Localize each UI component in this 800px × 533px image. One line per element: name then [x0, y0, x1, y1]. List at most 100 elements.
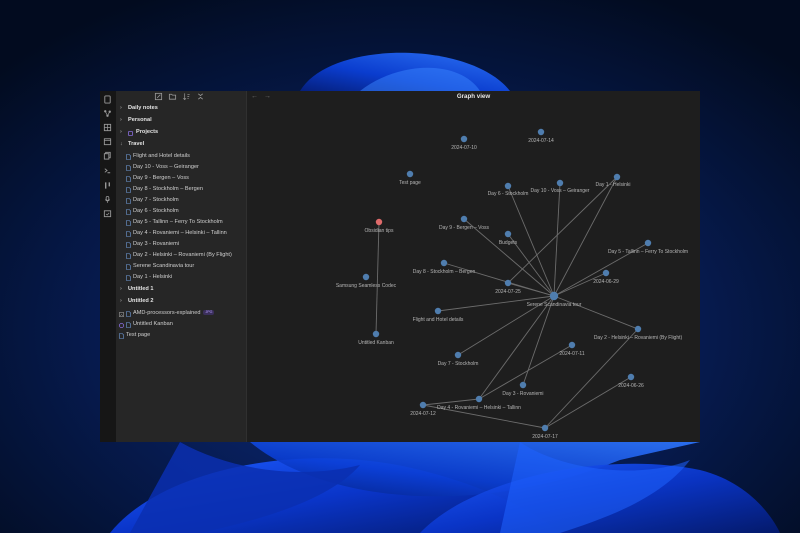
graph-node-dot[interactable]	[406, 170, 414, 178]
dashboard-icon[interactable]	[103, 123, 112, 132]
file-icon	[126, 154, 131, 160]
graph-node-dot[interactable]	[419, 401, 427, 409]
tree-item-label: Day 2 - Helsinki – Rovaniemi (By Flight)	[133, 252, 232, 258]
tree-item-label: Untitled 2	[128, 298, 154, 304]
graph-node-dot[interactable]	[454, 351, 462, 359]
kanban-icon	[119, 322, 124, 328]
tree-item-label: Personal	[128, 117, 152, 123]
chevron-right-icon[interactable]: ›	[120, 103, 126, 114]
copy-icon[interactable]	[103, 151, 112, 160]
graph-node-dot[interactable]	[362, 273, 370, 281]
graph-node-dot[interactable]	[634, 325, 642, 333]
graph-node[interactable]: Flight and Hotel details	[413, 307, 464, 323]
file-explorer: › Daily notes › Personal › Projects ↓ Travel Fli…	[116, 91, 247, 442]
tree-item-label: Untitled Kanban	[133, 321, 173, 327]
graph-node[interactable]: Day 5 - Tallinn – Ferry To Stockholm	[608, 239, 688, 255]
tree-item-label: Day 5 - Tallinn – Ferry To Stockholm	[133, 219, 223, 225]
graph-node[interactable]: Budgets	[499, 230, 518, 246]
chevron-right-icon[interactable]: ›	[120, 284, 126, 295]
graph-node-dot[interactable]	[644, 239, 652, 247]
image-icon	[119, 311, 124, 317]
graph-node-label: Day 6 - Stockholm	[488, 191, 529, 197]
graph-node-dot[interactable]	[504, 230, 512, 238]
graph-node[interactable]: Untitled Kanban	[358, 330, 394, 346]
calendar-check-icon[interactable]	[103, 209, 112, 218]
graph-node[interactable]: Day 2 - Helsinki – Rovaniemi (By Flight)	[594, 325, 683, 341]
sort-icon[interactable]	[182, 92, 191, 101]
file-type-badge: JPG	[203, 310, 215, 315]
left-ribbon	[100, 91, 117, 442]
file-icon	[126, 198, 131, 204]
graph-node-dot[interactable]	[372, 330, 380, 338]
graph-node[interactable]: 2024-07-17	[532, 424, 558, 440]
terminal-icon[interactable]	[103, 166, 112, 175]
graph-node-label: Day 8 - Stockholm – Bergen	[413, 269, 476, 275]
microphone-icon[interactable]	[103, 195, 112, 204]
graph-node[interactable]: Day 3 - Rovaniemi	[502, 381, 544, 397]
graph-node[interactable]: Test page	[399, 170, 421, 186]
graph-node-dot[interactable]	[556, 179, 564, 187]
files-icon[interactable]	[103, 95, 112, 104]
graph-node-dot[interactable]	[613, 173, 621, 181]
kanban-icon[interactable]	[103, 181, 112, 190]
graph-node[interactable]: 2024-07-14	[528, 128, 554, 144]
graph-icon[interactable]	[103, 109, 112, 118]
graph-canvas[interactable]: 2024-07-10 2024-07-14 Test page Day 6 - Sto…	[247, 91, 700, 442]
new-folder-icon[interactable]	[168, 92, 177, 101]
graph-node[interactable]: 2024-07-10	[451, 135, 477, 151]
graph-node[interactable]: Day 8 - Stockholm – Bergen	[413, 259, 476, 275]
graph-node[interactable]: Samsung Seamless Codec	[336, 273, 397, 289]
graph-node-dot[interactable]	[519, 381, 527, 389]
tree-item-label: Daily notes	[128, 105, 158, 111]
chevron-down-icon[interactable]: ↓	[120, 139, 126, 150]
graph-node-dot[interactable]	[541, 424, 549, 432]
graph-node-dot[interactable]	[602, 269, 610, 277]
graph-node-dot[interactable]	[375, 218, 383, 226]
graph-node-dot[interactable]	[568, 341, 576, 349]
graph-node[interactable]: 2024-07-11	[559, 341, 585, 357]
graph-node[interactable]: 2024-06-26	[618, 373, 644, 389]
graph-node[interactable]: 2024-07-25	[495, 279, 521, 295]
graph-node[interactable]: Day 7 - Stockholm	[438, 351, 479, 367]
graph-node-label: 2024-06-26	[618, 383, 644, 389]
graph-node-dot[interactable]	[549, 291, 559, 301]
tree-item-label: Projects	[136, 129, 159, 135]
new-note-icon[interactable]	[154, 92, 163, 101]
chevron-right-icon[interactable]: ›	[120, 127, 126, 138]
calendar-icon[interactable]	[103, 137, 112, 146]
tree-item-label: Day 7 - Stockholm	[133, 197, 179, 203]
chevron-right-icon[interactable]: ›	[120, 296, 126, 307]
graph-node-dot[interactable]	[504, 279, 512, 287]
graph-node-dot[interactable]	[434, 307, 442, 315]
graph-node[interactable]: Day 9 - Bergen – Voss	[439, 215, 490, 231]
graph-node-label: Day 1 - Helsinki	[595, 182, 630, 188]
graph-node-dot[interactable]	[460, 135, 468, 143]
graph-node-label: Untitled Kanban	[358, 340, 394, 346]
graph-node-dot[interactable]	[460, 215, 468, 223]
graph-node[interactable]: Day 4 - Rovaniemi – Helsinki – Tallinn	[437, 395, 521, 411]
tree-item-label: Day 10 - Voss – Geiranger	[133, 164, 199, 170]
graph-node-dot[interactable]	[627, 373, 635, 381]
graph-edge	[375, 221, 380, 335]
tree-item-label: Day 6 - Stockholm	[133, 208, 179, 214]
tree-item-label: Serene Scandinavia tour	[133, 263, 195, 269]
graph-edge	[522, 295, 555, 386]
collapse-all-icon[interactable]	[196, 92, 205, 101]
graph-node-dot[interactable]	[440, 259, 448, 267]
file-icon	[126, 176, 131, 182]
file-icon	[126, 275, 131, 281]
graph-node-label: Day 5 - Tallinn – Ferry To Stockholm	[608, 249, 688, 255]
graph-node[interactable]: Day 6 - Stockholm	[488, 182, 529, 197]
tree-item-label: Day 4 - Rovaniemi – Helsinki – Tallinn	[133, 230, 227, 236]
graph-node-dot[interactable]	[475, 395, 483, 403]
graph-node[interactable]: Serene Scandinavia tour	[527, 291, 582, 308]
tree-item-label: Day 9 - Bergen – Voss	[133, 175, 189, 181]
graph-edge	[544, 328, 639, 429]
graph-node-dot[interactable]	[504, 182, 512, 190]
chevron-right-icon[interactable]: ›	[120, 115, 126, 126]
graph-node-label: Obsidian tips	[365, 228, 394, 234]
file-icon	[126, 322, 131, 328]
graph-node-dot[interactable]	[537, 128, 545, 136]
graph-node-label: Test page	[399, 180, 421, 186]
graph-node-label: 2024-06-29	[593, 279, 619, 285]
